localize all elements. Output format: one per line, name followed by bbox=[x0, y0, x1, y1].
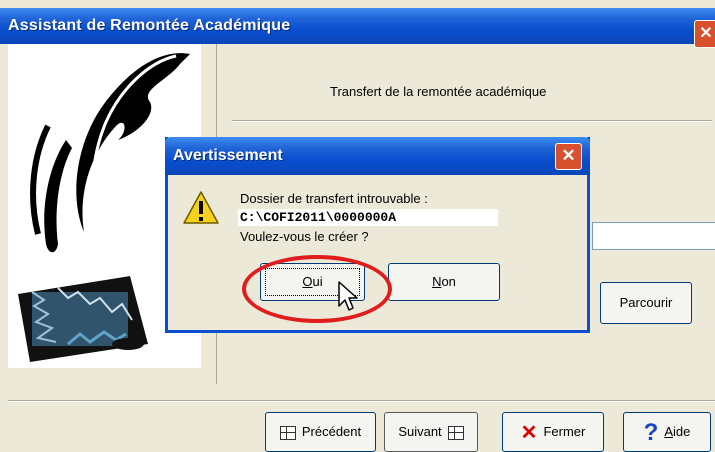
next-button[interactable]: Suivant bbox=[384, 412, 478, 452]
dialog-title: Avertissement bbox=[173, 147, 283, 164]
no-label: Non bbox=[432, 274, 456, 289]
help-button[interactable]: ? Aide bbox=[623, 412, 711, 452]
previous-label: Précédent bbox=[301, 424, 362, 439]
window-title: Assistant de Remontée Académique bbox=[8, 17, 291, 34]
footer-divider bbox=[8, 400, 715, 402]
next-icon bbox=[447, 425, 464, 440]
dialog-message-line1: Dossier de transfert introuvable : bbox=[240, 191, 428, 206]
browse-button[interactable]: Parcourir bbox=[600, 282, 692, 324]
close-button[interactable]: ✕ Fermer bbox=[502, 412, 604, 452]
highlight-oval bbox=[242, 255, 392, 323]
dialog-path: C:\COFI2011\0000000A bbox=[238, 209, 498, 226]
dialog-titlebar[interactable]: Avertissement ✕ bbox=[165, 137, 590, 175]
no-button[interactable]: Non bbox=[388, 263, 500, 301]
help-label: Aide bbox=[664, 424, 691, 439]
main-window: Assistant de Remontée Académique ✕ Trans… bbox=[0, 0, 715, 452]
close-x-icon: ✕ bbox=[520, 421, 538, 444]
step-heading: Transfert de la remontée académique bbox=[330, 84, 547, 99]
next-label: Suivant bbox=[398, 424, 442, 439]
dialog-close-button[interactable]: ✕ bbox=[555, 143, 582, 170]
mouse-cursor-icon bbox=[338, 281, 358, 311]
dialog-question: Voulez-vous le créer ? bbox=[240, 229, 369, 244]
previous-button[interactable]: Précédent bbox=[265, 412, 376, 452]
heading-divider bbox=[232, 120, 712, 122]
help-question-icon: ? bbox=[643, 418, 659, 446]
warning-icon bbox=[183, 191, 219, 224]
main-titlebar[interactable]: Assistant de Remontée Académique ✕ bbox=[0, 8, 715, 48]
close-label: Fermer bbox=[543, 424, 586, 439]
prev-icon bbox=[279, 425, 296, 440]
destination-path-field[interactable] bbox=[592, 222, 715, 250]
window-close-button[interactable]: ✕ bbox=[694, 20, 715, 48]
